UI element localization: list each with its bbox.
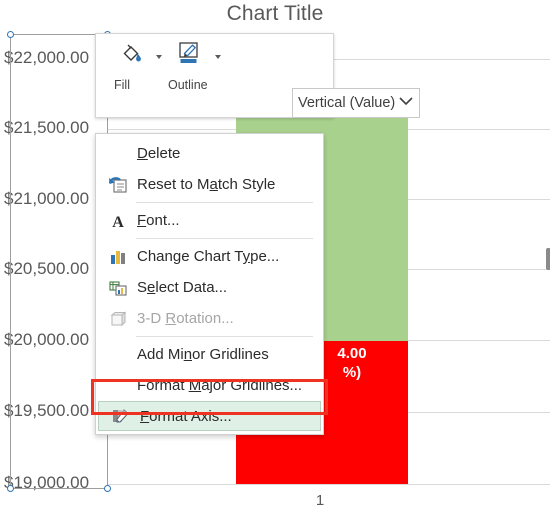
selection-handle-bottom-right[interactable] — [104, 485, 111, 492]
select-data-icon — [104, 277, 132, 299]
menu-item-label: Delete — [137, 145, 181, 162]
menu-item-format-major-gridlines[interactable]: Format Major Gridlines... — [96, 370, 323, 401]
fill-button[interactable] — [109, 40, 155, 74]
reset-icon — [104, 174, 132, 196]
menu-item-change-chart-type[interactable]: Change Chart Type... — [96, 241, 323, 272]
menu-item-label: Select Data... — [137, 279, 228, 296]
menu-item-select-data[interactable]: Select Data... — [96, 272, 323, 303]
selection-handle-bottom-left[interactable] — [7, 485, 14, 492]
font-icon: A — [104, 210, 132, 232]
outline-button[interactable] — [167, 40, 213, 74]
value-axis-selection-box[interactable] — [7, 31, 111, 492]
chart-title[interactable]: Chart Title — [0, 2, 550, 26]
menu-item-label: Format Axis... — [140, 407, 232, 425]
menu-item-label: Font... — [137, 212, 180, 229]
chart-element-select[interactable]: Vertical (Value) — [292, 88, 420, 118]
paint-bucket-icon — [119, 44, 145, 69]
scrollbar-thumb[interactable] — [546, 248, 550, 270]
menu-item-label: 3-D Rotation... — [137, 310, 234, 327]
context-menu[interactable]: Delete Reset to Match Style A Font... Ch… — [95, 133, 324, 435]
rotation-cube-icon — [104, 308, 132, 330]
outline-dropdown-arrow-icon[interactable] — [215, 55, 221, 59]
chart-element-select-value: Vertical (Value) — [298, 95, 396, 111]
menu-item-label: Reset to Match Style — [137, 176, 276, 193]
no-icon — [104, 375, 132, 397]
menu-item-format-axis[interactable]: Format Axis... — [98, 401, 321, 431]
no-icon — [104, 143, 132, 165]
menu-item-label: Change Chart Type... — [137, 248, 280, 265]
menu-item-3d-rotation: 3-D Rotation... — [96, 303, 323, 334]
fill-dropdown-arrow-icon[interactable] — [156, 55, 162, 59]
menu-item-font[interactable]: A Font... — [96, 205, 323, 236]
outline-label: Outline — [168, 78, 208, 92]
menu-item-label: Format Major Gridlines... — [137, 377, 303, 394]
mini-toolbar[interactable]: Fill Outline Vertical (Value) — [95, 33, 420, 118]
selection-handle-top-left[interactable] — [7, 31, 14, 38]
menu-separator — [136, 202, 313, 203]
gridline — [108, 484, 550, 485]
menu-item-add-minor-gridlines[interactable]: Add Minor Gridlines — [96, 339, 323, 370]
menu-item-label: Add Minor Gridlines — [137, 346, 269, 363]
chevron-down-icon[interactable] — [397, 94, 415, 113]
menu-item-delete[interactable]: Delete — [96, 138, 323, 169]
svg-text:A: A — [112, 214, 124, 230]
menu-separator — [136, 238, 313, 239]
menu-separator — [136, 336, 313, 337]
chart-type-icon — [104, 246, 132, 268]
fill-label: Fill — [114, 78, 130, 92]
excel-chart-screen: Chart Title 4.00 %) $22,000.00 $21,500.0… — [0, 0, 550, 519]
format-axis-icon — [107, 405, 135, 427]
pencil-outline-icon — [176, 42, 204, 73]
no-icon — [104, 344, 132, 366]
category-axis-label: 1 — [315, 492, 325, 509]
menu-item-reset-to-match-style[interactable]: Reset to Match Style — [96, 169, 323, 200]
